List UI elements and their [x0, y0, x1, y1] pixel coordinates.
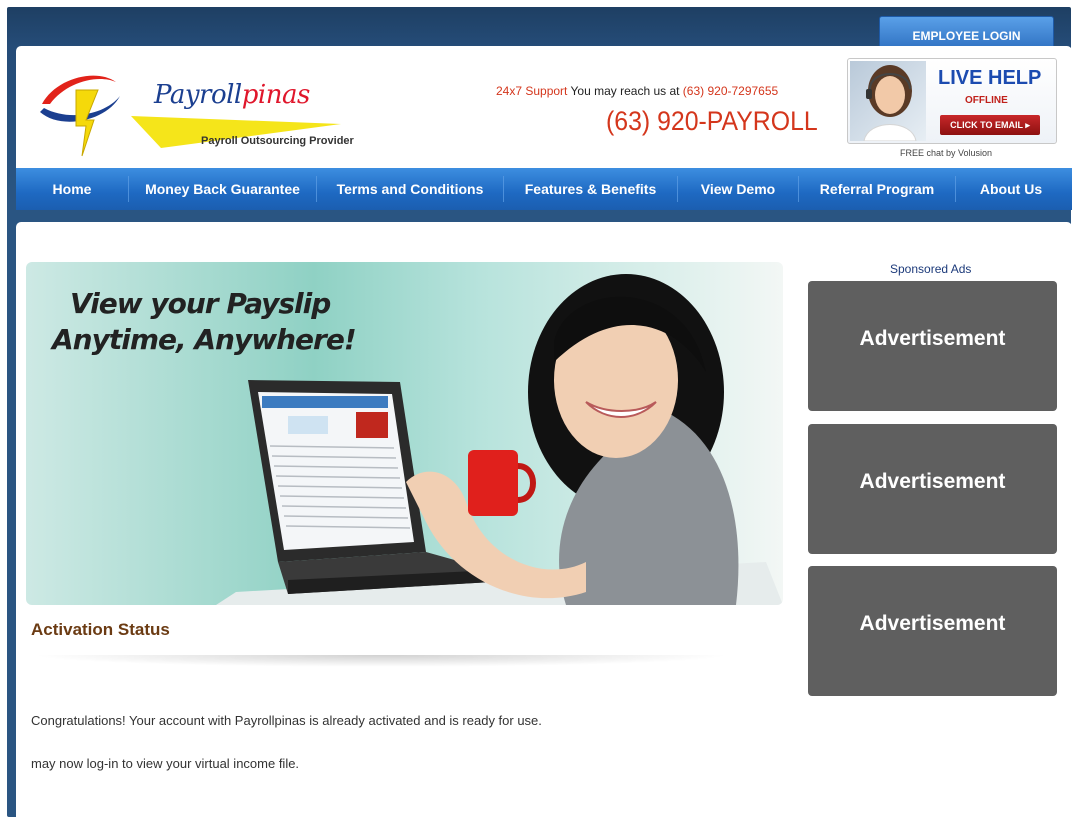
- click-to-email-button[interactable]: CLICK TO EMAIL ▸: [940, 115, 1040, 135]
- page-title: Activation Status: [31, 620, 170, 639]
- live-help-title: LIVE HELP: [938, 67, 1042, 89]
- site-logo[interactable]: Payrollpinas Payroll Outsourcing Provide…: [36, 60, 356, 160]
- payslip-banner: View your Payslip Anytime, Anywhere!: [26, 262, 783, 605]
- support-line: 24x7 Support You may reach us at (63) 92…: [496, 84, 778, 98]
- title-divider: [31, 655, 731, 667]
- activation-message: Congratulations! Your account with Payro…: [31, 713, 542, 728]
- nav-item-view-demo[interactable]: View Demo: [678, 168, 798, 210]
- site-header: Payrollpinas Payroll Outsourcing Provide…: [16, 46, 1072, 168]
- live-help-widget[interactable]: LIVE HELP OFFLINE CLICK TO EMAIL ▸: [847, 58, 1057, 144]
- logo-tagline: Payroll Outsourcing Provider: [201, 135, 354, 147]
- nav-item-terms-and-conditions[interactable]: Terms and Conditions: [317, 168, 503, 210]
- chat-credit-link[interactable]: FREE chat by Volusion: [900, 148, 992, 158]
- logo-swoosh-icon: [40, 75, 120, 157]
- ad-slot[interactable]: Advertisement: [808, 424, 1057, 554]
- sponsored-ads-label: Sponsored Ads: [890, 262, 972, 276]
- agent-avatar: [850, 61, 926, 141]
- logo-wordmark: Payrollpinas: [154, 80, 310, 110]
- ad-label: Advertisement: [859, 612, 1006, 635]
- nav-item-features-benefits[interactable]: Features & Benefits: [504, 168, 677, 210]
- logo-wordmark-part2: pinas: [241, 80, 311, 110]
- logo-wordmark-part1: Payroll: [154, 80, 242, 110]
- main-nav: Home Money Back Guarantee Terms and Cond…: [16, 168, 1072, 210]
- banner-headline: View your Payslip Anytime, Anywhere!: [52, 286, 357, 358]
- hotline-number: (63) 920-PAYROLL: [606, 106, 818, 136]
- nav-item-about-us[interactable]: About Us: [956, 168, 1066, 210]
- ad-label: Advertisement: [859, 327, 1006, 350]
- support-text: You may reach us at: [567, 84, 683, 98]
- support-prefix: 24x7 Support: [496, 84, 568, 98]
- ad-slot[interactable]: Advertisement: [808, 281, 1057, 411]
- nav-item-money-back-guarantee[interactable]: Money Back Guarantee: [129, 168, 316, 210]
- ad-label: Advertisement: [859, 470, 1006, 493]
- live-help-status: OFFLINE: [965, 95, 1008, 106]
- nav-item-referral-program[interactable]: Referral Program: [799, 168, 955, 210]
- banner-line1: View your Payslip: [70, 287, 331, 320]
- support-phone: (63) 920-7297655: [682, 84, 779, 98]
- nav-item-home[interactable]: Home: [16, 168, 128, 210]
- login-message: may now log-in to view your virtual inco…: [31, 756, 300, 771]
- banner-line2: Anytime, Anywhere!: [52, 323, 357, 356]
- ad-slot[interactable]: Advertisement: [808, 566, 1057, 696]
